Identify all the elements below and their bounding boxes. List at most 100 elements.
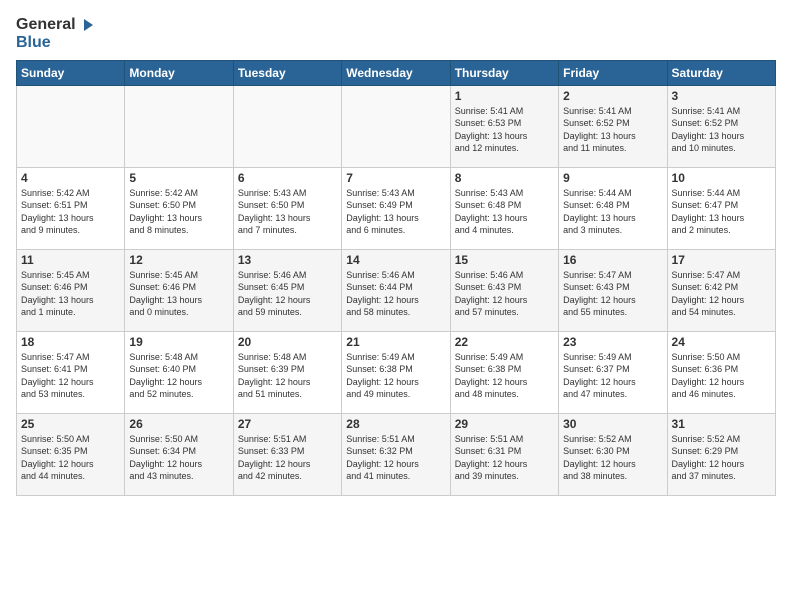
day-number: 2 [563,89,662,103]
calendar-header-row: SundayMondayTuesdayWednesdayThursdayFrid… [17,60,776,85]
day-number: 22 [455,335,554,349]
day-info: Sunrise: 5:47 AM Sunset: 6:41 PM Dayligh… [21,351,120,401]
day-info: Sunrise: 5:51 AM Sunset: 6:31 PM Dayligh… [455,433,554,483]
calendar-cell: 18 Sunrise: 5:47 AM Sunset: 6:41 PM Dayli… [17,331,125,413]
day-info: Sunrise: 5:45 AM Sunset: 6:46 PM Dayligh… [21,269,120,319]
day-info: Sunrise: 5:49 AM Sunset: 6:37 PM Dayligh… [563,351,662,401]
header: General Blue [16,16,776,52]
calendar-cell: 16 Sunrise: 5:47 AM Sunset: 6:43 PM Dayli… [559,249,667,331]
calendar-cell: 26 Sunrise: 5:50 AM Sunset: 6:34 PM Dayli… [125,413,233,495]
calendar-cell: 1Sunrise: 5:41 AM Sunset: 6:53 PM Daylig… [450,85,558,167]
day-number: 10 [672,171,771,185]
day-header-friday: Friday [559,60,667,85]
calendar-cell: 27 Sunrise: 5:51 AM Sunset: 6:33 PM Dayli… [233,413,341,495]
calendar-cell: 20 Sunrise: 5:48 AM Sunset: 6:39 PM Dayli… [233,331,341,413]
day-info: Sunrise: 5:46 AM Sunset: 6:44 PM Dayligh… [346,269,445,319]
day-info: Sunrise: 5:42 AM Sunset: 6:51 PM Dayligh… [21,187,120,237]
day-header-sunday: Sunday [17,60,125,85]
calendar-cell: 2 Sunrise: 5:41 AM Sunset: 6:52 PM Daylig… [559,85,667,167]
calendar-cell [17,85,125,167]
calendar-cell: 22Sunrise: 5:49 AM Sunset: 6:38 PM Dayli… [450,331,558,413]
day-number: 21 [346,335,445,349]
calendar-cell: 9 Sunrise: 5:44 AM Sunset: 6:48 PM Daylig… [559,167,667,249]
day-number: 25 [21,417,120,431]
logo-general-text: General [16,16,76,34]
day-info: Sunrise: 5:48 AM Sunset: 6:39 PM Dayligh… [238,351,337,401]
day-info: Sunrise: 5:46 AM Sunset: 6:43 PM Dayligh… [455,269,554,319]
day-info: Sunrise: 5:51 AM Sunset: 6:32 PM Dayligh… [346,433,445,483]
day-info: Sunrise: 5:43 AM Sunset: 6:50 PM Dayligh… [238,187,337,237]
day-number: 29 [455,417,554,431]
day-info: Sunrise: 5:51 AM Sunset: 6:33 PM Dayligh… [238,433,337,483]
logo-arrow-icon [78,16,96,34]
day-number: 23 [563,335,662,349]
day-info: Sunrise: 5:42 AM Sunset: 6:50 PM Dayligh… [129,187,228,237]
calendar-cell: 28 Sunrise: 5:51 AM Sunset: 6:32 PM Dayli… [342,413,450,495]
day-info: Sunrise: 5:49 AM Sunset: 6:38 PM Dayligh… [346,351,445,401]
day-info: Sunrise: 5:45 AM Sunset: 6:46 PM Dayligh… [129,269,228,319]
day-info: Sunrise: 5:44 AM Sunset: 6:48 PM Dayligh… [563,187,662,237]
calendar-cell: 23 Sunrise: 5:49 AM Sunset: 6:37 PM Dayli… [559,331,667,413]
day-info: Sunrise: 5:46 AM Sunset: 6:45 PM Dayligh… [238,269,337,319]
calendar-cell [233,85,341,167]
calendar-week-row: 25 Sunrise: 5:50 AM Sunset: 6:35 PM Dayli… [17,413,776,495]
day-number: 15 [455,253,554,267]
day-header-monday: Monday [125,60,233,85]
calendar-cell: 29 Sunrise: 5:51 AM Sunset: 6:31 PM Dayli… [450,413,558,495]
calendar-week-row: 18 Sunrise: 5:47 AM Sunset: 6:41 PM Dayli… [17,331,776,413]
day-number: 11 [21,253,120,267]
calendar-cell: 5 Sunrise: 5:42 AM Sunset: 6:50 PM Daylig… [125,167,233,249]
day-number: 27 [238,417,337,431]
day-info: Sunrise: 5:48 AM Sunset: 6:40 PM Dayligh… [129,351,228,401]
day-number: 19 [129,335,228,349]
day-number: 13 [238,253,337,267]
day-header-thursday: Thursday [450,60,558,85]
calendar-cell: 4 Sunrise: 5:42 AM Sunset: 6:51 PM Daylig… [17,167,125,249]
day-number: 5 [129,171,228,185]
day-info: Sunrise: 5:43 AM Sunset: 6:49 PM Dayligh… [346,187,445,237]
calendar-cell: 14Sunrise: 5:46 AM Sunset: 6:44 PM Dayli… [342,249,450,331]
day-info: Sunrise: 5:50 AM Sunset: 6:35 PM Dayligh… [21,433,120,483]
day-info: Sunrise: 5:41 AM Sunset: 6:52 PM Dayligh… [563,105,662,155]
day-info: Sunrise: 5:47 AM Sunset: 6:43 PM Dayligh… [563,269,662,319]
logo-container: General Blue [16,16,96,52]
day-number: 18 [21,335,120,349]
day-info: Sunrise: 5:43 AM Sunset: 6:48 PM Dayligh… [455,187,554,237]
calendar-cell: 15 Sunrise: 5:46 AM Sunset: 6:43 PM Dayli… [450,249,558,331]
day-number: 6 [238,171,337,185]
day-number: 16 [563,253,662,267]
calendar-cell [125,85,233,167]
day-number: 20 [238,335,337,349]
calendar-week-row: 4 Sunrise: 5:42 AM Sunset: 6:51 PM Daylig… [17,167,776,249]
day-info: Sunrise: 5:41 AM Sunset: 6:52 PM Dayligh… [672,105,771,155]
calendar-cell: 10 Sunrise: 5:44 AM Sunset: 6:47 PM Dayli… [667,167,775,249]
day-info: Sunrise: 5:50 AM Sunset: 6:36 PM Dayligh… [672,351,771,401]
calendar-week-row: 1Sunrise: 5:41 AM Sunset: 6:53 PM Daylig… [17,85,776,167]
calendar-cell: 12 Sunrise: 5:45 AM Sunset: 6:46 PM Dayli… [125,249,233,331]
calendar-cell: 30Sunrise: 5:52 AM Sunset: 6:30 PM Dayli… [559,413,667,495]
calendar-cell: 11 Sunrise: 5:45 AM Sunset: 6:46 PM Dayli… [17,249,125,331]
day-number: 9 [563,171,662,185]
day-info: Sunrise: 5:50 AM Sunset: 6:34 PM Dayligh… [129,433,228,483]
calendar-cell: 25 Sunrise: 5:50 AM Sunset: 6:35 PM Dayli… [17,413,125,495]
day-number: 12 [129,253,228,267]
calendar-cell: 13 Sunrise: 5:46 AM Sunset: 6:45 PM Dayli… [233,249,341,331]
day-number: 24 [672,335,771,349]
day-number: 28 [346,417,445,431]
day-info: Sunrise: 5:47 AM Sunset: 6:42 PM Dayligh… [672,269,771,319]
day-info: Sunrise: 5:44 AM Sunset: 6:47 PM Dayligh… [672,187,771,237]
logo: General Blue [16,16,96,52]
day-info: Sunrise: 5:52 AM Sunset: 6:29 PM Dayligh… [672,433,771,483]
day-number: 26 [129,417,228,431]
day-header-tuesday: Tuesday [233,60,341,85]
day-number: 17 [672,253,771,267]
day-number: 1 [455,89,554,103]
calendar-cell: 7 Sunrise: 5:43 AM Sunset: 6:49 PM Daylig… [342,167,450,249]
calendar-cell [342,85,450,167]
day-header-saturday: Saturday [667,60,775,85]
day-number: 30 [563,417,662,431]
day-number: 7 [346,171,445,185]
calendar-cell: 17 Sunrise: 5:47 AM Sunset: 6:42 PM Dayli… [667,249,775,331]
day-number: 4 [21,171,120,185]
calendar-cell: 31Sunrise: 5:52 AM Sunset: 6:29 PM Dayli… [667,413,775,495]
